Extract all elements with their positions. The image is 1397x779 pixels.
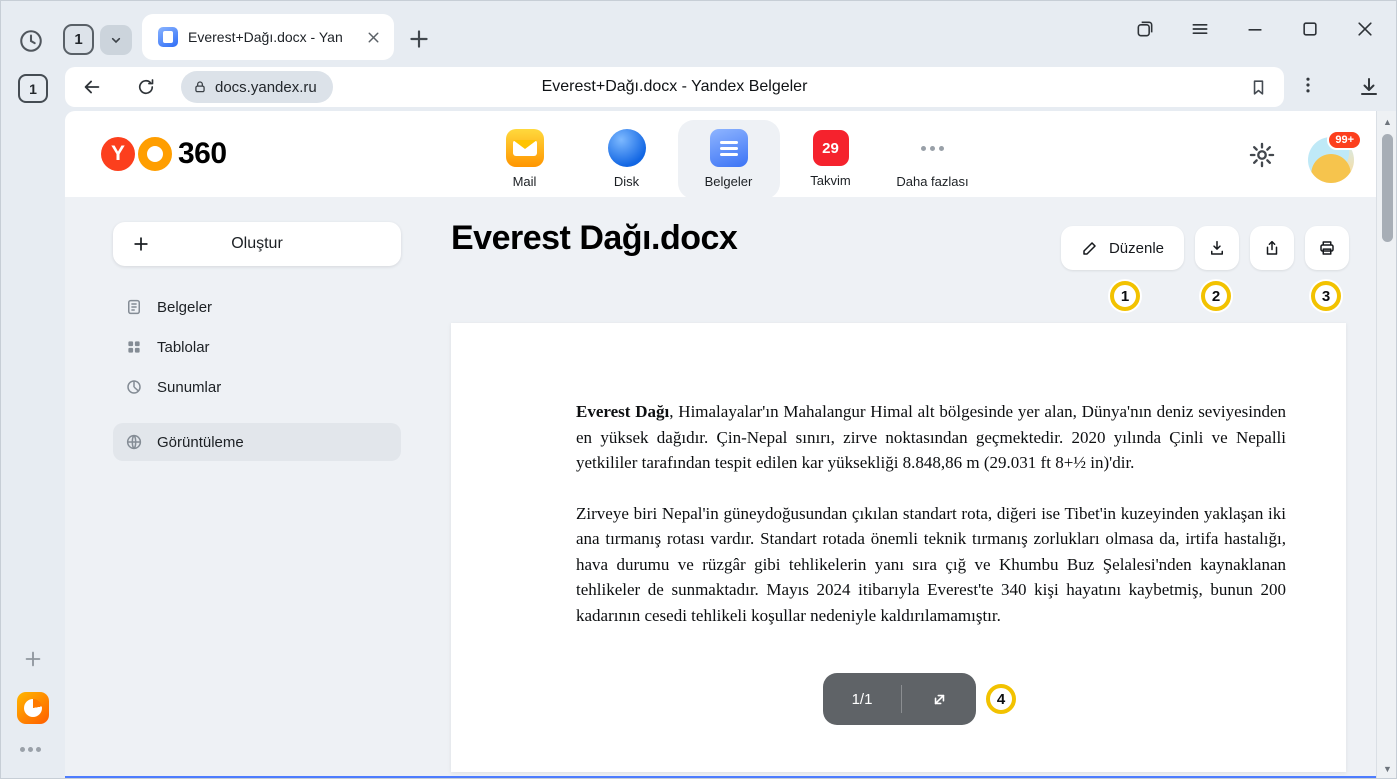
back-icon[interactable] bbox=[81, 76, 103, 98]
service-documents[interactable]: Belgeler bbox=[678, 120, 780, 199]
docs-favicon-icon bbox=[158, 27, 178, 47]
sidebar-item-presentations[interactable]: Sunumlar bbox=[113, 368, 401, 406]
scrollbar-thumb[interactable] bbox=[1382, 134, 1393, 242]
annotation-badge-3: 3 bbox=[1311, 281, 1341, 311]
page-indicator: 1/1 bbox=[823, 673, 976, 725]
sidebar-item-viewing[interactable]: Görüntüleme bbox=[113, 423, 401, 461]
pie-chart-icon bbox=[125, 378, 143, 396]
tab-title: Everest+Dağı.docx - Yan bbox=[188, 29, 357, 45]
create-button[interactable]: Oluştur bbox=[113, 222, 401, 266]
browser-window: 1 Everest+Dağı.docx - Yan bbox=[0, 0, 1397, 779]
globe-icon bbox=[125, 433, 143, 451]
paragraph-2: Zirveye biri Nepal'in güneydoğusundan çı… bbox=[576, 501, 1286, 629]
settings-gear-icon[interactable] bbox=[1248, 141, 1276, 169]
history-clock-icon[interactable] bbox=[18, 28, 44, 54]
window-controls bbox=[1135, 19, 1375, 39]
browser-menu-icon[interactable] bbox=[1190, 19, 1210, 39]
scroll-down-icon[interactable]: ▼ bbox=[1377, 764, 1397, 774]
web-page: Y 360 Mail Disk Belgeler 29 bbox=[65, 111, 1376, 779]
yandex360-header: Y 360 Mail Disk Belgeler 29 bbox=[65, 111, 1376, 197]
logo-y-icon: Y bbox=[101, 137, 135, 171]
bookmark-icon[interactable] bbox=[1249, 78, 1268, 97]
sidebar-item-documents[interactable]: Belgeler bbox=[113, 288, 401, 326]
profile-avatar[interactable]: 99+ bbox=[1308, 137, 1354, 183]
tab-list-dropdown[interactable] bbox=[100, 25, 132, 55]
tab-panel-icon[interactable] bbox=[1135, 19, 1155, 39]
service-mail[interactable]: Mail bbox=[474, 120, 576, 199]
page-title: Everest+Dağı.docx - Yandex Belgeler bbox=[225, 78, 1124, 96]
content-area: Oluştur Belgeler Tablolar Sunumlar bbox=[65, 197, 1376, 776]
paragraph-1: Everest Dağı, Himalayalar'ın Mahalangur … bbox=[576, 399, 1286, 476]
pencil-icon bbox=[1081, 239, 1099, 257]
document-title: Everest Dağı.docx bbox=[451, 219, 737, 258]
minimize-button[interactable] bbox=[1245, 19, 1265, 39]
side-panel-more-icon[interactable] bbox=[20, 747, 41, 752]
scroll-up-icon[interactable]: ▲ bbox=[1377, 117, 1397, 127]
disk-icon bbox=[608, 129, 646, 167]
logo-o-icon bbox=[138, 137, 172, 171]
document-icon bbox=[125, 298, 143, 316]
annotation-badge-1: 1 bbox=[1110, 281, 1140, 311]
maximize-button[interactable] bbox=[1300, 19, 1320, 39]
document-text: Everest Dağı, Himalayalar'ın Mahalangur … bbox=[576, 399, 1286, 628]
calendar-icon: 29 bbox=[813, 130, 849, 166]
edit-button[interactable]: Düzenle bbox=[1061, 226, 1184, 270]
yandex-logo-icon[interactable] bbox=[17, 692, 49, 724]
close-window-button[interactable] bbox=[1355, 19, 1375, 39]
reload-icon[interactable] bbox=[136, 77, 156, 97]
documents-icon bbox=[710, 129, 748, 167]
downloads-icon[interactable] bbox=[1357, 75, 1381, 99]
download-icon bbox=[1208, 239, 1226, 257]
annotation-badge-4: 4 bbox=[986, 684, 1016, 714]
active-tab[interactable]: Everest+Dağı.docx - Yan bbox=[142, 14, 394, 60]
annotation-badge-2: 2 bbox=[1201, 281, 1231, 311]
service-more[interactable]: Daha fazlası bbox=[882, 120, 984, 199]
service-disk[interactable]: Disk bbox=[576, 120, 678, 199]
document-actions: Düzenle bbox=[1061, 226, 1349, 270]
service-nav: Mail Disk Belgeler 29 Takvim Daha fazlas… bbox=[474, 120, 984, 199]
notification-badge: 99+ bbox=[1327, 130, 1362, 150]
fullscreen-button[interactable] bbox=[902, 690, 976, 709]
share-icon bbox=[1263, 239, 1281, 257]
address-bar: docs.yandex.ru Everest+Dağı.docx - Yande… bbox=[65, 67, 1284, 107]
printer-icon bbox=[1318, 239, 1336, 257]
grid-icon bbox=[125, 338, 143, 356]
side-panel-add-icon[interactable] bbox=[22, 648, 44, 670]
print-button[interactable] bbox=[1305, 226, 1349, 270]
share-button[interactable] bbox=[1250, 226, 1294, 270]
tab-close-icon[interactable] bbox=[365, 29, 382, 46]
toolbar-more-icon[interactable] bbox=[1298, 75, 1318, 99]
more-services-icon bbox=[921, 129, 944, 167]
yandex360-logo[interactable]: Y 360 bbox=[101, 137, 227, 171]
plus-icon bbox=[131, 234, 151, 254]
lock-icon bbox=[193, 80, 207, 94]
new-tab-button[interactable] bbox=[406, 26, 432, 52]
mail-icon bbox=[506, 129, 544, 167]
download-button[interactable] bbox=[1195, 226, 1239, 270]
expand-icon bbox=[930, 690, 949, 709]
logo-360-text: 360 bbox=[178, 137, 227, 171]
side-panel-counter[interactable]: 1 bbox=[18, 74, 48, 103]
tab-group-chip[interactable]: 1 bbox=[63, 24, 94, 55]
page-count: 1/1 bbox=[823, 691, 901, 708]
sidebar-item-tables[interactable]: Tablolar bbox=[113, 328, 401, 366]
page-scrollbar[interactable]: ▲ ▼ bbox=[1376, 111, 1397, 779]
service-calendar[interactable]: 29 Takvim bbox=[780, 120, 882, 199]
